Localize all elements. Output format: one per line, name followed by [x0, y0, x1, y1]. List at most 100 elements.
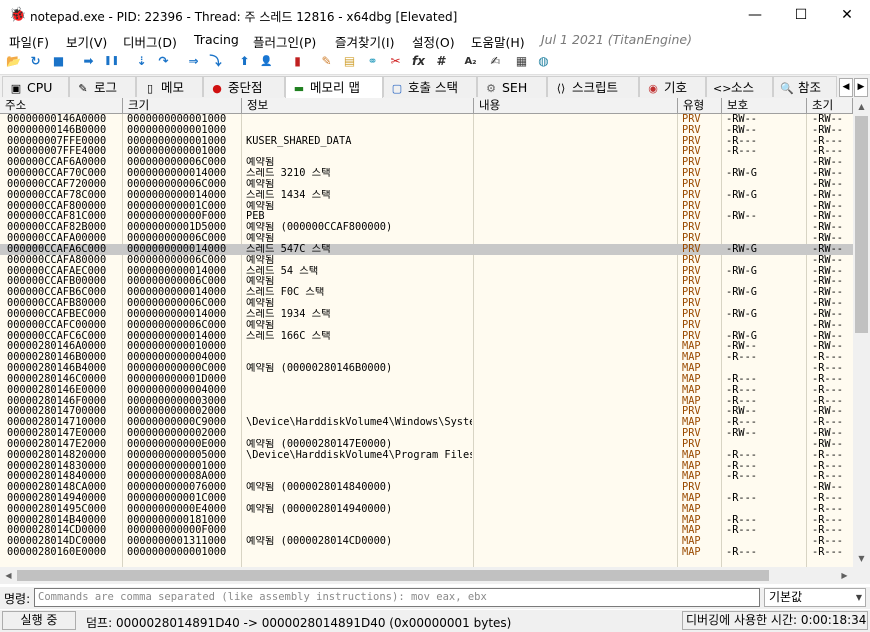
table-row[interactable]: 00000280146B4000 000000000000C000 예약됨 (000… [0, 363, 853, 374]
table-row[interactable]: 0000028014840000 000000000008A000 MAP -R---… [0, 471, 853, 482]
tab-log[interactable]: ✎ 로그 [69, 76, 136, 97]
table-row[interactable]: 00000000146A0000 0000000000001000 PRV -RW--… [0, 114, 853, 125]
table-row[interactable]: 000000CCAF6A0000 000000000006C000 예약됨 PRV -R… [0, 157, 853, 168]
minimize-button[interactable]: — [732, 0, 778, 30]
table-row[interactable]: 000000CCAF81C000 000000000000F000 PEB PRV -R… [0, 211, 853, 222]
bookmark-icon[interactable]: ⚭ [364, 53, 381, 70]
stop-icon[interactable]: ■ [50, 53, 67, 70]
tab-cpu[interactable]: ▣ CPU [2, 76, 69, 97]
menu-view[interactable]: 보기(V) [66, 32, 107, 51]
open-folder-icon[interactable]: 📂 [5, 53, 22, 70]
table-row[interactable]: 000000CCAFBEC000 0000000000014000 스레드 1934… [0, 309, 853, 320]
table-row[interactable]: 00000280147E2000 000000000000E000 예약됨 (000… [0, 439, 853, 450]
scroll-right-icon[interactable]: ▶ [836, 567, 853, 584]
column-header-address[interactable]: 주소 [0, 98, 123, 113]
table-row[interactable]: 00000280147E0000 0000000000002000 PRV -RW--… [0, 428, 853, 439]
tab-breakpoints[interactable]: ● 중단점 [203, 76, 285, 97]
table-row[interactable]: 0000028014700000 0000000000002000 PRV -RW--… [0, 406, 853, 417]
label-icon[interactable]: ▤ [341, 53, 358, 70]
menu-options[interactable]: 설정(O) [412, 32, 455, 51]
menu-plugins[interactable]: 플러그인(P) [253, 32, 316, 51]
table-row[interactable]: 000000CCAFA6C000 0000000000014000 스레드 547C… [0, 243, 853, 255]
hash-icon[interactable]: # [433, 53, 450, 70]
table-row[interactable]: 000000007FFE4000 0000000000001000 PRV -R---… [0, 146, 853, 157]
table-row[interactable]: 00000280146C0000 000000000001D000 MAP -R---… [0, 374, 853, 385]
tab-source[interactable]: <>소스 [706, 76, 773, 97]
fx-icon[interactable]: fx [410, 53, 427, 70]
scroll-thumb[interactable] [855, 116, 868, 333]
scroll-down-icon[interactable]: ▼ [853, 550, 870, 567]
column-header-size[interactable]: 크기 [123, 98, 242, 113]
scroll-left-icon[interactable]: ◀ [0, 567, 17, 584]
restart-icon[interactable]: ↻ [27, 53, 44, 70]
menu-tracing[interactable]: Tracing [194, 32, 239, 47]
tab-memory-map[interactable]: ▬ 메모리 맵 [285, 76, 383, 98]
maximize-button[interactable]: ☐ [778, 0, 824, 30]
column-header-initial[interactable]: 초기 [807, 98, 853, 113]
table-row[interactable]: 00000280146F0000 0000000000003000 MAP -R---… [0, 396, 853, 407]
command-mode-select[interactable]: 기본값 ▼ [764, 588, 866, 607]
table-row[interactable]: 0000028014710000 00000000000C9000 \Device\… [0, 417, 853, 428]
pause-icon[interactable]: ❚❚ [103, 53, 120, 70]
close-button[interactable]: ✕ [824, 0, 870, 30]
strings-icon[interactable]: ✍ [487, 53, 504, 70]
trace-into-icon[interactable]: ⇒ [185, 53, 202, 70]
menu-debug[interactable]: 디버그(D) [123, 32, 177, 51]
trace-over-icon[interactable]: ⤵ [207, 53, 224, 70]
calculator-icon[interactable]: ▦ [513, 53, 530, 70]
run-icon[interactable]: ➡ [80, 53, 97, 70]
table-row[interactable]: 000000CCAFB6C000 0000000000014000 스레드 F0C … [0, 287, 853, 298]
tab-seh[interactable]: ⚙ SEH [477, 76, 547, 97]
table-row[interactable]: 000000007FFE0000 0000000000001000 KUSER_SH… [0, 136, 853, 147]
table-row[interactable]: 000000CCAF78C000 0000000000014000 스레드 1434… [0, 190, 853, 201]
table-row[interactable]: 0000028014CD0000 000000000000F000 MAP -R---… [0, 525, 853, 536]
comment-icon[interactable]: ✎ [318, 53, 335, 70]
table-row[interactable]: 000000CCAFA00000 000000000006C000 예약됨 PRV -R… [0, 233, 853, 244]
globe-icon[interactable]: ◍ [535, 53, 552, 70]
step-over-icon[interactable]: ↷ [155, 53, 172, 70]
column-header-info[interactable]: 정보 [242, 98, 474, 113]
column-header-protection[interactable]: 보호 [722, 98, 807, 113]
command-input[interactable]: Commands are comma separated (like assem… [34, 588, 760, 607]
menu-favourites[interactable]: 즐겨찾기(I) [335, 32, 394, 51]
table-row[interactable]: 00000280148CA000 0000000000076000 예약됨 (000… [0, 482, 853, 493]
memory-map-table[interactable]: 주소 크기 정보 내용 유형 보호 초기 00000000146A0000 000… [0, 98, 853, 567]
vertical-scrollbar[interactable]: ▲ ▼ [853, 98, 870, 567]
tab-scroll-left-button[interactable]: ◀ [839, 78, 853, 97]
table-row[interactable]: 000000CCAFB00000 000000000006C000 예약됨 PRV -R… [0, 276, 853, 287]
scroll-thumb[interactable] [17, 570, 769, 581]
run-to-user-code-icon[interactable]: 👤 [258, 53, 275, 70]
table-row[interactable]: 000000CCAFAEC000 0000000000014000 스레드 54 스… [0, 266, 853, 277]
table-row[interactable]: 000002801495C000 00000000000E4000 예약됨 (000… [0, 504, 853, 515]
table-row[interactable]: 00000280146B0000 0000000000004000 MAP -R---… [0, 352, 853, 363]
table-row[interactable]: 000000CCAFB80000 000000000006C000 예약됨 PRV -R… [0, 298, 853, 309]
table-row[interactable]: 00000000146B0000 0000000000001000 PRV -RW--… [0, 125, 853, 136]
horizontal-scrollbar[interactable]: ◀ ▶ [0, 567, 853, 584]
table-row[interactable]: 000000CCAF720000 000000000006C000 예약됨 PRV -R… [0, 179, 853, 190]
table-row[interactable]: 0000028014940000 000000000001C000 MAP -R---… [0, 493, 853, 504]
scroll-up-icon[interactable]: ▲ [853, 98, 870, 115]
font-size-icon[interactable]: A₂ [462, 53, 479, 70]
table-row[interactable]: 00000280146A0000 0000000000010000 MAP -RW--… [0, 341, 853, 352]
column-header-type[interactable]: 유형 [678, 98, 722, 113]
scylla-icon[interactable]: ▮ [289, 53, 306, 70]
table-row[interactable]: 000000CCAFC00000 000000000006C000 예약됨 PRV -R… [0, 320, 853, 331]
tab-scroll-right-button[interactable]: ▶ [854, 78, 868, 97]
tab-notes[interactable]: ▯ 메모 [136, 76, 203, 97]
menu-help[interactable]: 도움말(H) [471, 32, 525, 51]
table-row[interactable]: 000000CCAF800000 000000000001C000 예약됨 PRV -R… [0, 201, 853, 212]
table-row[interactable]: 0000028014830000 0000000000001000 MAP -R---… [0, 461, 853, 472]
step-into-icon[interactable]: ⇣ [133, 53, 150, 70]
table-row[interactable]: 000000CCAF70C000 0000000000014000 스레드 3210… [0, 168, 853, 179]
menu-file[interactable]: 파일(F) [9, 32, 49, 51]
tab-call-stack[interactable]: ▢ 호출 스택 [383, 76, 477, 97]
execute-till-return-icon[interactable]: ⬆ [236, 53, 253, 70]
table-row[interactable]: 0000028014820000 0000000000005000 \Device\… [0, 450, 853, 461]
table-row[interactable]: 000000CCAFA80000 000000000006C000 예약됨 PRV -R… [0, 255, 853, 266]
tab-references[interactable]: 🔍 참조 [773, 76, 837, 97]
tab-script[interactable]: ⟨⟩ 스크립트 [547, 76, 639, 97]
table-row[interactable]: 0000028014B40000 0000000000181000 MAP -R---… [0, 515, 853, 526]
table-row[interactable]: 000000CCAF82B000 00000000001D5000 예약됨 (000… [0, 222, 853, 233]
tab-symbols[interactable]: ◉ 기호 [639, 76, 706, 97]
function-icon[interactable]: ✂ [387, 53, 404, 70]
